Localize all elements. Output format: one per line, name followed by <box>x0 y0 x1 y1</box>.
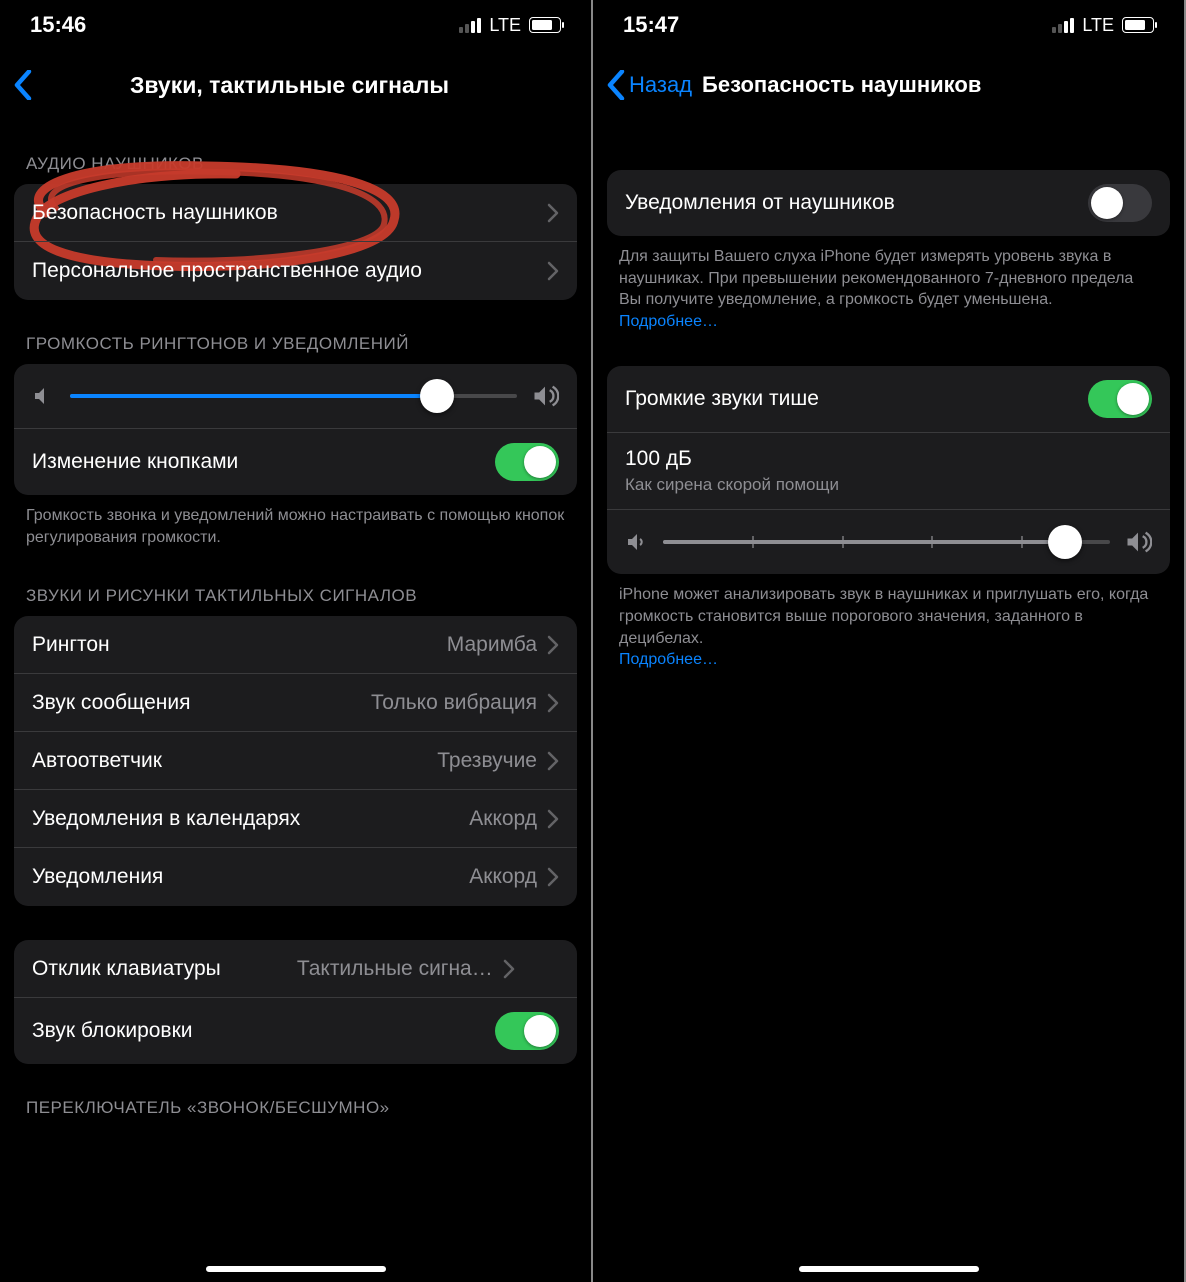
chevron-right-icon <box>547 751 559 771</box>
footer-notifications: Для защиты Вашего слуха iPhone будет изм… <box>593 236 1184 336</box>
group-headphone-audio: Безопасность наушников Персональное прос… <box>14 184 577 300</box>
section-header-audio: АУДИО НАУШНИКОВ <box>0 120 591 184</box>
status-bar: 15:47 LTE <box>593 0 1184 50</box>
toggle-change-with-buttons[interactable] <box>495 443 559 481</box>
row-db-value: 100 дБ Как сирена скорой помощи <box>607 433 1170 510</box>
learn-more-link[interactable]: Подробнее… <box>619 313 718 330</box>
group-sound-patterns: Рингтон Маримба Звук сообщения Только ви… <box>14 616 577 906</box>
page-title: Безопасность наушников <box>702 72 1170 98</box>
row-label: Автоответчик <box>32 749 437 773</box>
cellular-signal-icon <box>459 18 481 33</box>
row-label: Уведомления от наушников <box>625 191 1088 215</box>
volume-high-icon <box>531 382 559 410</box>
group-ringer-volume: Изменение кнопками <box>14 364 577 495</box>
status-bar: 15:46 LTE <box>0 0 591 50</box>
status-time: 15:46 <box>30 12 86 38</box>
section-header-sounds: ЗВУКИ И РИСУНКИ ТАКТИЛЬНЫХ СИГНАЛОВ <box>0 552 591 616</box>
row-spatial-audio[interactable]: Персональное пространственное аудио <box>14 242 577 300</box>
row-volume-slider[interactable] <box>14 364 577 429</box>
row-ringtone[interactable]: Рингтон Маримба <box>14 616 577 674</box>
row-reminder-alerts[interactable]: Уведомления Аккорд <box>14 848 577 906</box>
learn-more-link[interactable]: Подробнее… <box>619 651 718 668</box>
row-label: Персональное пространственное аудио <box>32 259 547 283</box>
chevron-right-icon <box>503 959 515 979</box>
row-label: Изменение кнопками <box>32 450 495 474</box>
page-title: Звуки, тактильные сигналы <box>32 72 547 99</box>
volume-high-icon <box>1124 528 1152 556</box>
section-header-switch: ПЕРЕКЛЮЧАТЕЛЬ «ЗВОНОК/БЕСШУМНО» <box>0 1064 591 1128</box>
row-label: Рингтон <box>32 633 447 657</box>
battery-icon <box>1122 17 1154 33</box>
volume-low-icon <box>625 530 649 554</box>
chevron-right-icon <box>547 809 559 829</box>
row-value: Аккорд <box>469 807 537 831</box>
toggle-headphone-notifications[interactable] <box>1088 184 1152 222</box>
row-label: Безопасность наушников <box>32 201 547 225</box>
row-label: Уведомления <box>32 865 469 889</box>
chevron-right-icon <box>547 203 559 223</box>
toggle-lock-sound[interactable] <box>495 1012 559 1050</box>
footer-volume: Громкость звонка и уведомлений можно нас… <box>0 495 591 552</box>
status-right: LTE <box>459 15 561 36</box>
row-value: Аккорд <box>469 865 537 889</box>
row-db-slider[interactable] <box>607 510 1170 574</box>
row-reduce-loud-sounds[interactable]: Громкие звуки тише <box>607 366 1170 433</box>
volume-low-icon <box>32 384 56 408</box>
row-voicemail[interactable]: Автоответчик Трезвучие <box>14 732 577 790</box>
row-value: Тактильные сигна… <box>233 957 493 981</box>
row-headphone-notifications[interactable]: Уведомления от наушников <box>607 170 1170 236</box>
row-calendar-alerts[interactable]: Уведомления в календарях Аккорд <box>14 790 577 848</box>
network-label: LTE <box>1082 15 1114 36</box>
chevron-right-icon <box>547 867 559 887</box>
chevron-right-icon <box>547 693 559 713</box>
row-value: Только вибрация <box>371 691 537 715</box>
back-label[interactable]: Назад <box>629 72 692 98</box>
toggle-reduce-loud-sounds[interactable] <box>1088 380 1152 418</box>
row-label: Уведомления в календарях <box>32 807 469 831</box>
chevron-right-icon <box>547 635 559 655</box>
phone-screen-headphone-safety: 15:47 LTE Назад Безопасность наушников У… <box>593 0 1186 1282</box>
phone-screen-sounds: 15:46 LTE Звуки, тактильные сигналы АУДИ… <box>0 0 593 1282</box>
row-keyboard-feedback[interactable]: Отклик клавиатуры Тактильные сигна… <box>14 940 577 998</box>
back-chevron-icon[interactable] <box>607 70 625 100</box>
cellular-signal-icon <box>1052 18 1074 33</box>
back-chevron-icon[interactable] <box>14 70 32 100</box>
group-keyboard-lock: Отклик клавиатуры Тактильные сигна… Звук… <box>14 940 577 1064</box>
nav-header: Звуки, тактильные сигналы <box>0 50 591 120</box>
nav-header: Назад Безопасность наушников <box>593 50 1184 120</box>
db-subtitle: Как сирена скорой помощи <box>625 475 1152 495</box>
row-label: Звук сообщения <box>32 691 371 715</box>
row-change-with-buttons[interactable]: Изменение кнопками <box>14 429 577 495</box>
row-label: Звук блокировки <box>32 1019 495 1043</box>
row-headphone-safety[interactable]: Безопасность наушников <box>14 184 577 242</box>
footer-text: Для защиты Вашего слуха iPhone будет изм… <box>619 248 1133 308</box>
battery-icon <box>529 17 561 33</box>
section-header-volume: ГРОМКОСТЬ РИНГТОНОВ И УВЕДОМЛЕНИЙ <box>0 300 591 364</box>
row-value: Маримба <box>447 633 537 657</box>
row-lock-sound[interactable]: Звук блокировки <box>14 998 577 1064</box>
network-label: LTE <box>489 15 521 36</box>
footer-text: iPhone может анализировать звук в наушни… <box>619 586 1148 646</box>
home-indicator[interactable] <box>206 1266 386 1272</box>
volume-slider[interactable] <box>70 394 517 398</box>
footer-reduce: iPhone может анализировать звук в наушни… <box>593 574 1184 674</box>
chevron-right-icon <box>547 261 559 281</box>
home-indicator[interactable] <box>799 1266 979 1272</box>
db-slider[interactable] <box>663 540 1110 544</box>
group-headphone-notifications: Уведомления от наушников <box>607 170 1170 236</box>
status-time: 15:47 <box>623 12 679 38</box>
row-value: Трезвучие <box>437 749 537 773</box>
group-reduce-loud-sounds: Громкие звуки тише 100 дБ Как сирена ско… <box>607 366 1170 574</box>
row-text-tone[interactable]: Звук сообщения Только вибрация <box>14 674 577 732</box>
row-label: Отклик клавиатуры <box>32 957 221 981</box>
db-value: 100 дБ <box>625 447 1152 471</box>
row-label: Громкие звуки тише <box>625 387 1088 411</box>
status-right: LTE <box>1052 15 1154 36</box>
